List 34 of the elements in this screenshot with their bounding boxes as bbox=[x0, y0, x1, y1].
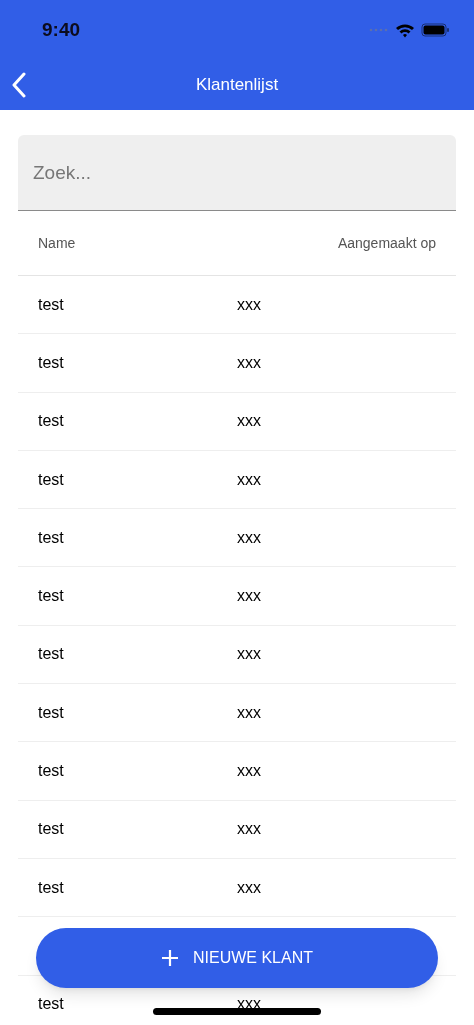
table-cell-text: xxx bbox=[237, 819, 261, 840]
table-cell-text: test bbox=[38, 877, 65, 898]
table-cell-text: test bbox=[38, 819, 65, 840]
plus-icon bbox=[161, 949, 179, 967]
column-header: Aangemaakt op bbox=[337, 234, 436, 253]
table-cell-text: xxx bbox=[237, 586, 261, 607]
header-title: Klantenlijst bbox=[195, 74, 279, 97]
table-cell-text: test bbox=[38, 527, 65, 548]
table-cell-text: xxx bbox=[237, 644, 261, 665]
wifi-icon bbox=[395, 22, 415, 38]
battery-icon bbox=[421, 23, 450, 37]
back-icon bbox=[11, 72, 27, 98]
column-header: Name bbox=[38, 234, 76, 253]
table-cell-text: test bbox=[38, 644, 65, 665]
table-cell-text: xxx bbox=[237, 352, 261, 373]
table-cell-text: xxx bbox=[237, 411, 261, 432]
status-time: 9:40 bbox=[42, 17, 81, 42]
signal-icon bbox=[369, 28, 389, 32]
table-cell-text: test bbox=[38, 411, 65, 432]
table-cell-text: test bbox=[38, 586, 65, 607]
new-customer-button[interactable]: NIEUWE KLANT bbox=[36, 928, 438, 988]
table-cell-text: test bbox=[38, 352, 65, 373]
table-cell-text: xxx bbox=[237, 527, 261, 548]
table-cell-text: xxx bbox=[237, 702, 261, 723]
table-cell-text: xxx bbox=[237, 294, 261, 315]
table-cell-text: xxx bbox=[237, 761, 261, 781]
table-cell-text: test bbox=[38, 761, 65, 781]
table-cell-text: test bbox=[38, 469, 65, 490]
table-cell-text: xxx bbox=[237, 469, 261, 490]
table-cell-text: test bbox=[38, 994, 65, 1015]
table-cell-text: test bbox=[38, 294, 65, 315]
search-field[interactable]: Zoek... bbox=[18, 135, 456, 211]
table-cell-text: xxx bbox=[237, 877, 261, 898]
table-cell-text: test bbox=[38, 702, 65, 723]
